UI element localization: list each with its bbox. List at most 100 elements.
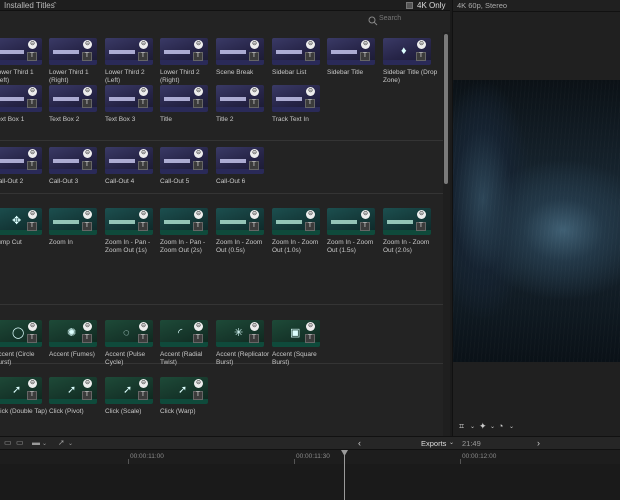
tile-thumbnail[interactable]: ⊖ T (0, 85, 42, 112)
tile-thumbnail[interactable]: ➚ ⊖ T (49, 377, 97, 404)
remove-badge-icon[interactable]: ⊖ (306, 87, 315, 96)
select-tool-icon[interactable]: ➚ (58, 438, 65, 447)
chevron-down-icon[interactable]: ⌄ (42, 440, 47, 447)
chevron-down-icon[interactable]: ⌄ (509, 423, 514, 430)
remove-badge-icon[interactable]: ⊖ (250, 322, 259, 331)
remove-badge-icon[interactable]: ⊖ (139, 322, 148, 331)
remove-badge-icon[interactable]: ⊖ (194, 40, 203, 49)
tile-thumbnail[interactable]: ⊖ T (105, 38, 153, 65)
project-name[interactable]: Exports (421, 439, 446, 448)
tile-thumbnail[interactable]: ⊖ T (160, 38, 208, 65)
tile-thumbnail[interactable]: ➚ ⊖ T (0, 377, 42, 404)
project-chevron-icon[interactable]: ⌄ (449, 439, 454, 446)
remove-badge-icon[interactable]: ⊖ (139, 149, 148, 158)
tile-thumbnail[interactable]: ⊖ T (160, 85, 208, 112)
collection-title[interactable]: Installed Titles (4, 0, 55, 11)
tile-thumbnail[interactable]: ✥ ⊖ T (0, 208, 42, 235)
remove-badge-icon[interactable]: ⊖ (83, 40, 92, 49)
remove-badge-icon[interactable]: ⊖ (194, 379, 203, 388)
remove-badge-icon[interactable]: ⊖ (250, 40, 259, 49)
remove-badge-icon[interactable]: ⊖ (194, 149, 203, 158)
tile-thumbnail[interactable]: ⊖ T (272, 208, 320, 235)
speed-gauge-icon[interactable]: ◔ (498, 421, 503, 431)
remove-badge-icon[interactable]: ⊖ (139, 210, 148, 219)
remove-badge-icon[interactable]: ⊖ (361, 210, 370, 219)
remove-badge-icon[interactable]: ⊖ (361, 40, 370, 49)
remove-badge-icon[interactable]: ⊖ (417, 40, 426, 49)
tile-thumbnail[interactable]: ⊖ T (327, 38, 375, 65)
remove-badge-icon[interactable]: ⊖ (250, 149, 259, 158)
remove-badge-icon[interactable]: ⊖ (28, 40, 37, 49)
remove-badge-icon[interactable]: ⊖ (83, 322, 92, 331)
remove-badge-icon[interactable]: ⊖ (194, 210, 203, 219)
tile-thumbnail[interactable]: ✳ ⊖ T (216, 320, 264, 347)
remove-badge-icon[interactable]: ⊖ (250, 87, 259, 96)
tile-thumbnail[interactable]: ⊖ T (49, 208, 97, 235)
tile-thumbnail[interactable]: ⊖ T (327, 208, 375, 235)
search-input[interactable]: Search (379, 15, 401, 22)
tile-thumbnail[interactable]: ⊖ T (0, 147, 42, 174)
remove-badge-icon[interactable]: ⊖ (139, 379, 148, 388)
remove-badge-icon[interactable]: ⊖ (306, 40, 315, 49)
remove-badge-icon[interactable]: ⊖ (28, 149, 37, 158)
remove-badge-icon[interactable]: ⊖ (83, 87, 92, 96)
tile-thumbnail[interactable]: ✺ ⊖ T (49, 320, 97, 347)
remove-badge-icon[interactable]: ⊖ (28, 210, 37, 219)
tile-thumbnail[interactable]: ⊖ T (216, 147, 264, 174)
remove-badge-icon[interactable]: ⊖ (83, 149, 92, 158)
tile-thumbnail[interactable]: ⊖ T (49, 38, 97, 65)
remove-badge-icon[interactable]: ⊖ (139, 87, 148, 96)
tile-thumbnail[interactable]: ◜ ⊖ T (160, 320, 208, 347)
remove-badge-icon[interactable]: ⊖ (28, 379, 37, 388)
tile-thumbnail[interactable]: ⊖ T (216, 208, 264, 235)
collection-chevron-icon[interactable]: ⌃ (52, 0, 58, 11)
video-frame[interactable] (453, 80, 620, 362)
tile-thumbnail[interactable]: ⊖ T (160, 208, 208, 235)
tile-thumbnail[interactable]: ⊖ T (105, 208, 153, 235)
timeline-track-area[interactable] (0, 464, 620, 500)
tile-thumbnail[interactable]: ▣ ⊖ T (272, 320, 320, 347)
tile-thumbnail[interactable]: ⊖ T (49, 147, 97, 174)
tile-thumbnail[interactable]: ➚ ⊖ T (160, 377, 208, 404)
tile-thumbnail[interactable]: ⊖ T (272, 38, 320, 65)
tile-thumbnail[interactable]: ➚ ⊖ T (105, 377, 153, 404)
remove-badge-icon[interactable]: ⊖ (83, 379, 92, 388)
tile-thumbnail[interactable]: ⊖ T (0, 38, 42, 65)
tile-thumbnail[interactable]: ⊖ T (272, 85, 320, 112)
scrollbar-thumb[interactable] (444, 34, 448, 184)
tile-thumbnail[interactable]: ◌ ⊖ T (105, 320, 153, 347)
remove-badge-icon[interactable]: ⊖ (306, 210, 315, 219)
remove-badge-icon[interactable]: ⊖ (417, 210, 426, 219)
thumbnail-text-strip (0, 50, 24, 54)
remove-badge-icon[interactable]: ⊖ (306, 322, 315, 331)
clip-connect-icon[interactable]: ▭ (4, 438, 12, 447)
remove-badge-icon[interactable]: ⊖ (83, 210, 92, 219)
tile-thumbnail[interactable]: ⊖ T (216, 85, 264, 112)
remove-badge-icon[interactable]: ⊖ (194, 87, 203, 96)
tile-thumbnail[interactable]: ⊖ T (160, 147, 208, 174)
tile-thumbnail[interactable]: ⊖ T (49, 85, 97, 112)
chevron-down-icon[interactable]: ⌄ (490, 423, 495, 430)
remove-badge-icon[interactable]: ⊖ (194, 322, 203, 331)
previous-project-arrow[interactable]: ‹ (358, 438, 361, 448)
remove-badge-icon[interactable]: ⊖ (250, 210, 259, 219)
tile-thumbnail[interactable]: ♦ ⊖ T (383, 38, 431, 65)
next-project-arrow[interactable]: › (537, 438, 540, 448)
overwrite-icon[interactable]: ▬ (32, 438, 40, 447)
chevron-down-icon[interactable]: ⌄ (470, 423, 475, 430)
fourk-only-checkbox[interactable] (406, 2, 413, 9)
timeline-ruler[interactable]: 00:00:11:00 00:00:11:30 00:00:12:00 (0, 450, 620, 464)
enhance-wand-icon[interactable]: ✦ (479, 421, 487, 432)
tile-thumbnail[interactable]: ⊖ T (383, 208, 431, 235)
tile-thumbnail[interactable]: ⊖ T (105, 85, 153, 112)
tile-thumbnail[interactable]: ◯ ⊖ T (0, 320, 42, 347)
crop-icon[interactable]: ⌗ (459, 421, 464, 432)
remove-badge-icon[interactable]: ⊖ (139, 40, 148, 49)
chevron-down-icon[interactable]: ⌄ (68, 440, 73, 447)
tile-thumbnail[interactable]: ⊖ T (216, 38, 264, 65)
playhead[interactable] (344, 452, 345, 500)
tile-thumbnail[interactable]: ⊖ T (105, 147, 153, 174)
clip-append-icon[interactable]: ▭ (16, 438, 24, 447)
remove-badge-icon[interactable]: ⊖ (28, 322, 37, 331)
remove-badge-icon[interactable]: ⊖ (28, 87, 37, 96)
